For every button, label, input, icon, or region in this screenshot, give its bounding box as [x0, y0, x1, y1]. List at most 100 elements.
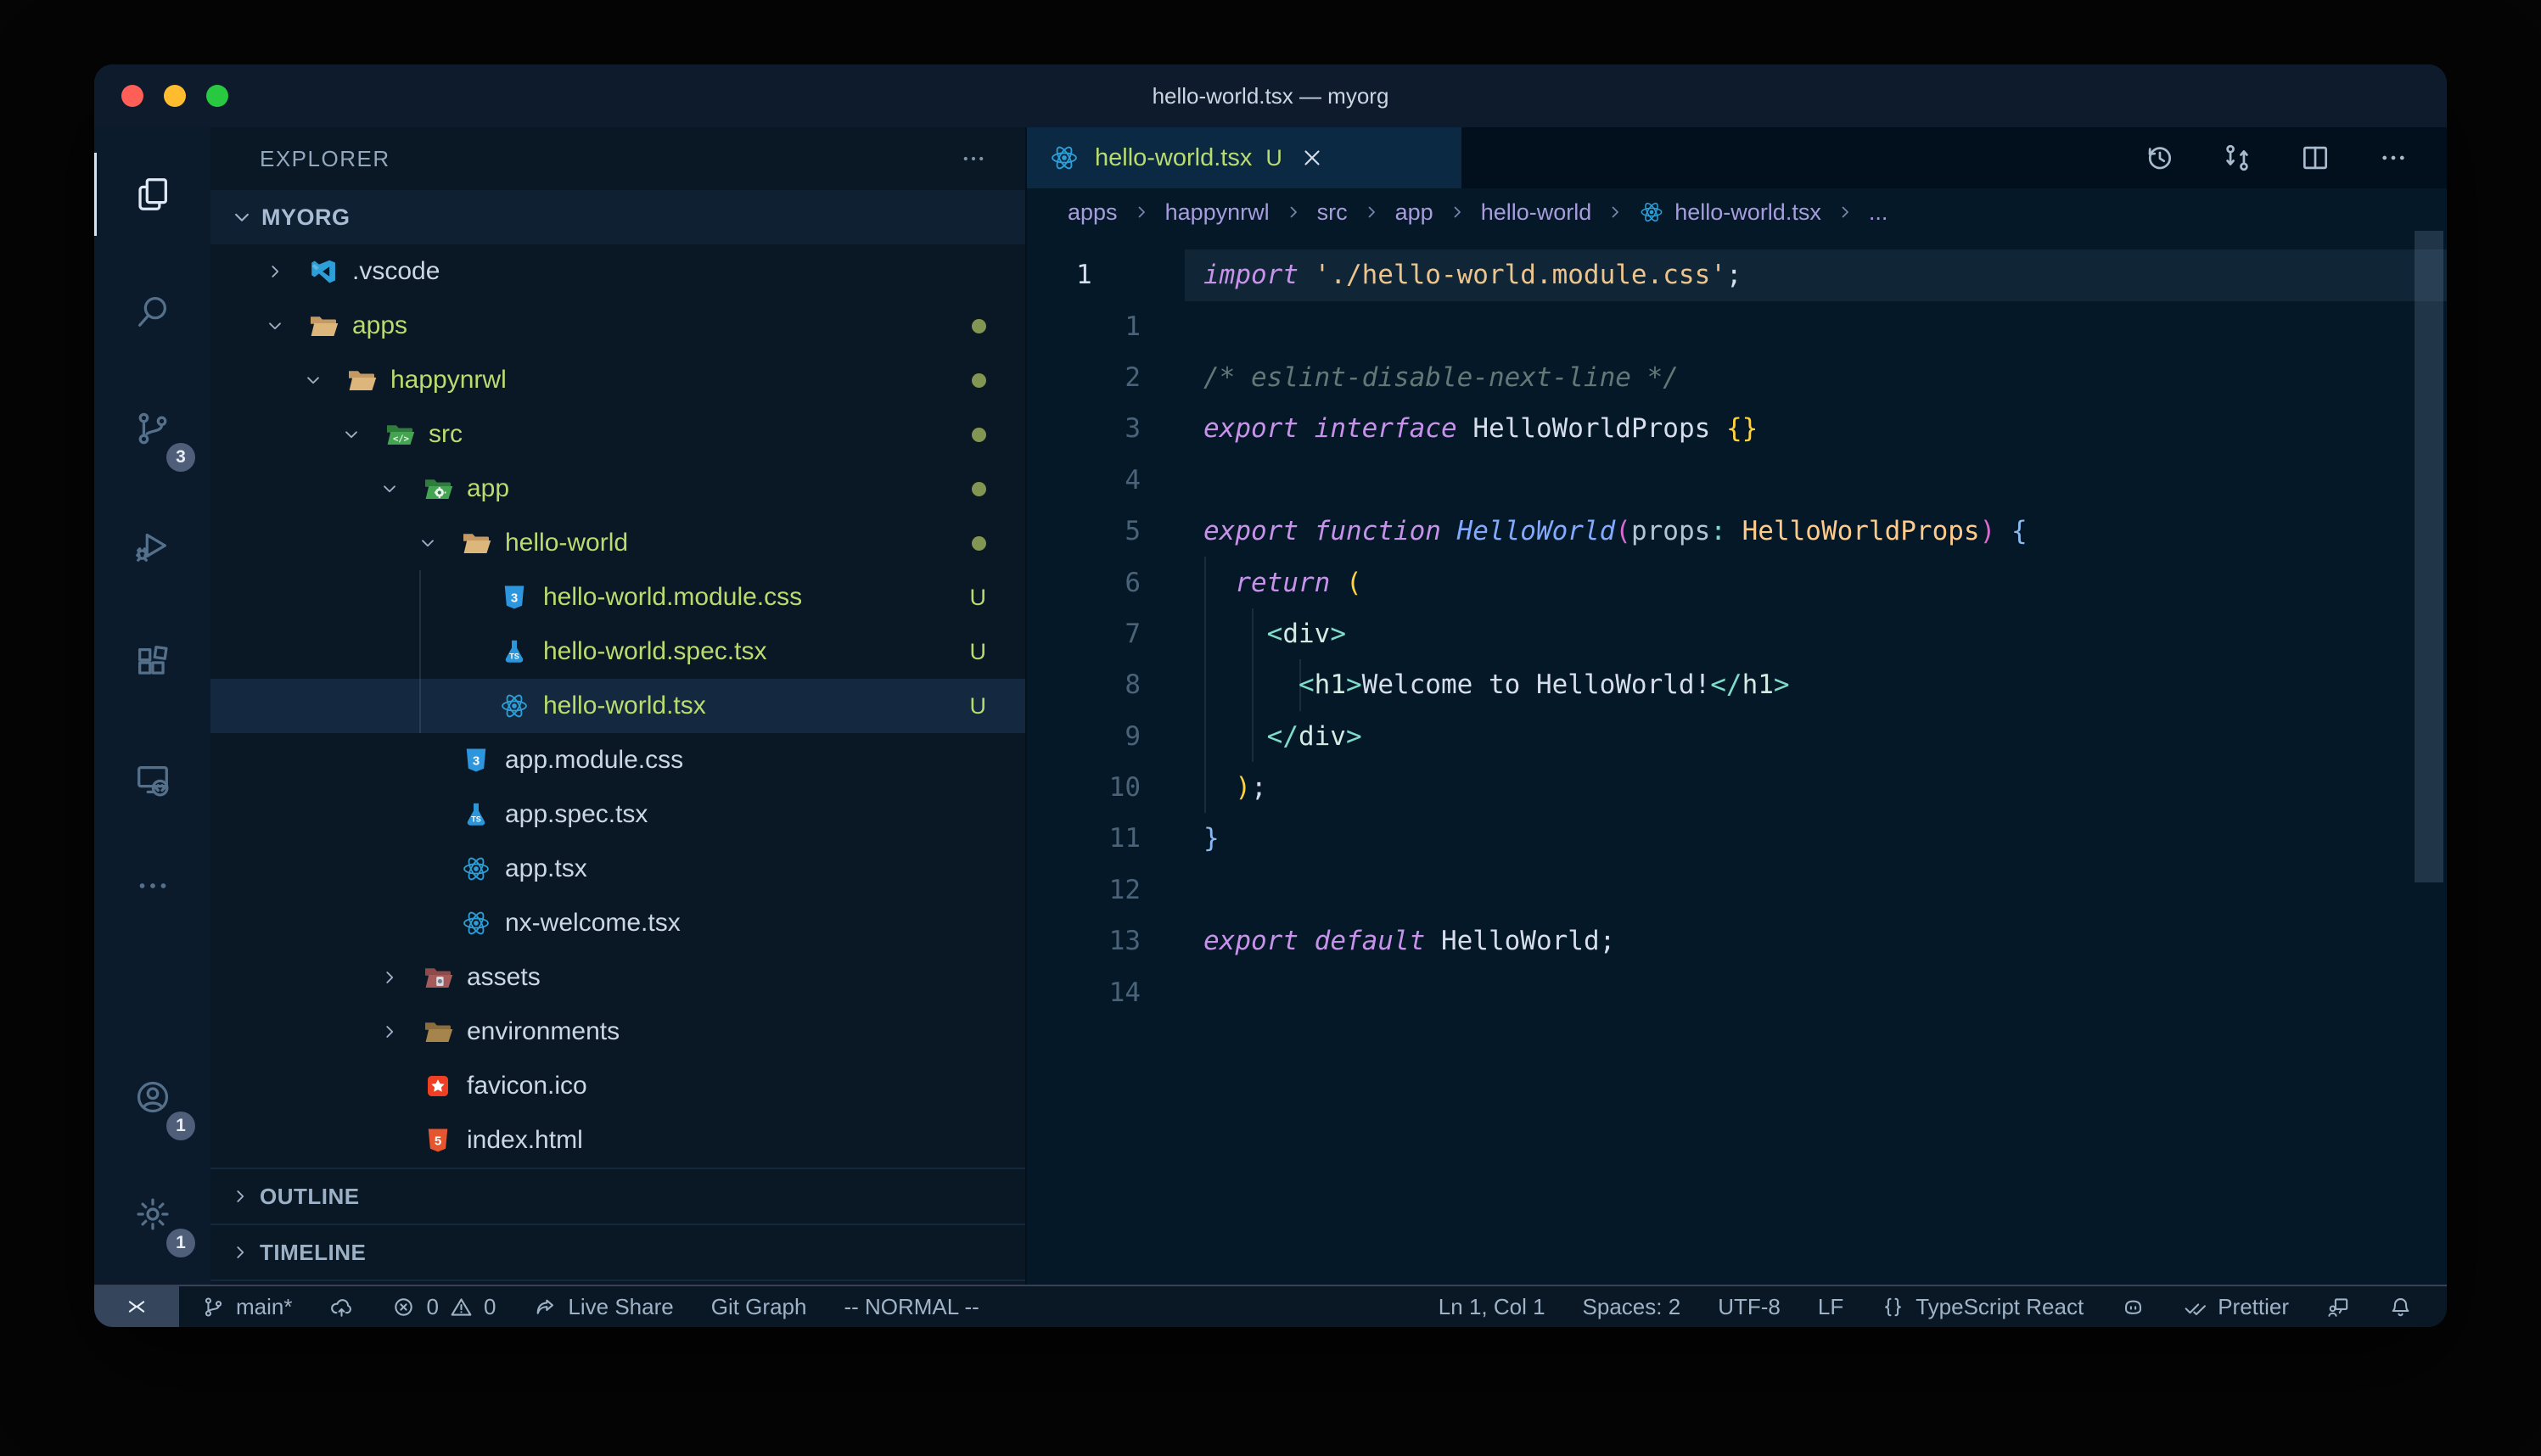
breadcrumb-item-apps[interactable]: apps [1068, 199, 1118, 226]
breadcrumb-item-src[interactable]: src [1317, 199, 1348, 226]
status-item-sync[interactable] [329, 1295, 354, 1319]
activity-item-settings[interactable]: 1 [94, 1156, 210, 1273]
tree-item-environments[interactable]: environments [210, 1005, 1025, 1059]
tree-item-app[interactable]: app [210, 462, 1025, 516]
tree-item-assets[interactable]: assets [210, 950, 1025, 1005]
react-icon [1639, 199, 1664, 225]
timeline-section-header[interactable]: TIMELINE [210, 1224, 1025, 1280]
breadcrumb-label: ... [1869, 199, 1888, 226]
tree-item-app.module.css[interactable]: 3app.module.css [210, 733, 1025, 787]
activity-item-more[interactable] [94, 838, 210, 933]
status-item-eol[interactable]: LF [1818, 1294, 1843, 1320]
explorer-sidebar: EXPLORER MYORG .vscodeappshappynrwl</>sr… [210, 127, 1025, 1285]
css-icon: 3 [461, 745, 491, 776]
close-icon[interactable] [1299, 145, 1325, 171]
tree-item-index.html[interactable]: 5index.html [210, 1113, 1025, 1168]
chevron-right-icon [1605, 202, 1625, 222]
breadcrumb-item-...[interactable]: ... [1869, 199, 1888, 226]
line-number: 11 [1027, 813, 1188, 864]
breadcrumb-item-happynrwl[interactable]: happynrwl [1165, 199, 1270, 226]
split-editor-icon[interactable] [2299, 142, 2331, 174]
chevron-down-icon [302, 369, 324, 391]
test-icon: TS [461, 799, 491, 830]
git-changes-dot [972, 536, 986, 551]
status-item-cursor-position[interactable]: Ln 1, Col 1 [1439, 1294, 1545, 1320]
tree-item-.vscode[interactable]: .vscode [210, 244, 1025, 299]
chevron-right-icon [229, 1185, 251, 1207]
tree-item-src[interactable]: </>src [210, 407, 1025, 462]
copilot-icon [2121, 1295, 2146, 1319]
tree-item-hello-world.module.css[interactable]: 3hello-world.module.cssU [210, 570, 1025, 624]
git-untracked-badge: U [970, 639, 987, 665]
tree-item-app.spec.tsx[interactable]: TS app.spec.tsx [210, 787, 1025, 842]
status-item-encoding[interactable]: UTF-8 [1718, 1294, 1781, 1320]
remote-indicator[interactable] [94, 1286, 179, 1327]
explorer-more-actions-icon[interactable] [959, 144, 988, 173]
breadcrumb-item-hello-world.tsx[interactable]: hello-world.tsx [1639, 199, 1821, 226]
line-number: 10 [1027, 762, 1188, 813]
assets-folder-icon [423, 962, 453, 993]
git-changes-dot [972, 428, 986, 442]
title-bar[interactable]: hello-world.tsx — myorg [94, 64, 2447, 127]
tree-item-label: happynrwl [390, 366, 507, 395]
more-actions-icon[interactable] [2377, 142, 2409, 174]
status-item-problems[interactable]: 00 [391, 1294, 496, 1320]
activity-item-remote-explorer[interactable] [94, 721, 210, 838]
tree-item-nx-welcome.tsx[interactable]: nx-welcome.tsx [210, 896, 1025, 950]
vscode-icon [308, 256, 339, 287]
tree-item-favicon.ico[interactable]: favicon.ico [210, 1059, 1025, 1113]
css-icon: 3 [499, 582, 530, 613]
workspace-section-header[interactable]: MYORG [210, 190, 1025, 244]
tree-item-label: favicon.ico [467, 1072, 587, 1100]
tree-item-happynrwl[interactable]: happynrwl [210, 353, 1025, 407]
activity-item-run-debug[interactable] [94, 487, 210, 604]
editor-scrollbar[interactable] [2415, 231, 2443, 882]
status-item-prettier[interactable]: Prettier [2183, 1294, 2289, 1320]
activity-item-source-control[interactable]: 3 [94, 370, 210, 487]
status-item-language-mode[interactable]: TypeScript React [1881, 1294, 2084, 1320]
chevron-right-icon [379, 966, 401, 988]
chevron-right-icon [1283, 202, 1304, 222]
status-item-git-graph[interactable]: Git Graph [711, 1294, 807, 1320]
extensions-icon [133, 643, 172, 682]
tree-item-app.tsx[interactable]: app.tsx [210, 842, 1025, 896]
line-number: 7 [1027, 608, 1188, 659]
files-icon [133, 175, 172, 214]
activity-item-search[interactable] [94, 253, 210, 370]
status-item-vim-mode[interactable]: -- NORMAL -- [844, 1294, 979, 1320]
status-item-copilot[interactable] [2121, 1295, 2146, 1319]
status-item-live-share[interactable]: Live Share [533, 1294, 673, 1320]
tree-item-hello-world[interactable]: hello-world [210, 516, 1025, 570]
tree-item-hello-world.tsx[interactable]: hello-world.tsxU [210, 679, 1025, 733]
tree-item-apps[interactable]: apps [210, 299, 1025, 353]
open-changes-icon[interactable] [2221, 142, 2253, 174]
status-item-indentation[interactable]: Spaces: 2 [1583, 1294, 1681, 1320]
tree-item-hello-world.spec.tsx[interactable]: TShello-world.spec.tsxU [210, 624, 1025, 679]
line-number: 9 [1027, 711, 1188, 762]
status-item-feedback[interactable] [2326, 1295, 2351, 1319]
code-line: 1 [1027, 300, 2447, 351]
breadcrumb-item-hello-world[interactable]: hello-world [1481, 199, 1592, 226]
folder-icon [461, 528, 491, 558]
outline-section-header[interactable]: OUTLINE [210, 1168, 1025, 1224]
chevron-down-icon [264, 315, 286, 337]
breadcrumb-item-app[interactable]: app [1395, 199, 1433, 226]
status-item-label: LF [1818, 1294, 1843, 1320]
tree-item-label: .vscode [352, 257, 440, 286]
react-icon [461, 908, 491, 938]
tree-item-label: nx-welcome.tsx [505, 909, 681, 938]
braces-icon [1881, 1295, 1905, 1319]
open-timeline-icon[interactable] [2143, 142, 2175, 174]
activity-item-explorer[interactable] [94, 136, 210, 253]
status-item-label: TypeScript React [1916, 1294, 2084, 1320]
status-item-label: Git Graph [711, 1294, 807, 1320]
chevron-right-icon [1131, 202, 1152, 222]
tree-item-label: app.spec.tsx [505, 800, 648, 829]
status-item-notifications[interactable] [2388, 1295, 2413, 1319]
tab-hello-world-tsx[interactable]: hello-world.tsx U [1027, 127, 1461, 188]
status-item-git-branch[interactable]: main* [201, 1294, 292, 1320]
activity-item-extensions[interactable] [94, 604, 210, 721]
editor-group: hello-world.tsx U apps happynrwl src app hel… [1025, 127, 2447, 1285]
activity-item-accounts[interactable]: 1 [94, 1039, 210, 1156]
code-editor[interactable]: 1import './hello-world.module.css';12/* … [1027, 236, 2447, 1285]
